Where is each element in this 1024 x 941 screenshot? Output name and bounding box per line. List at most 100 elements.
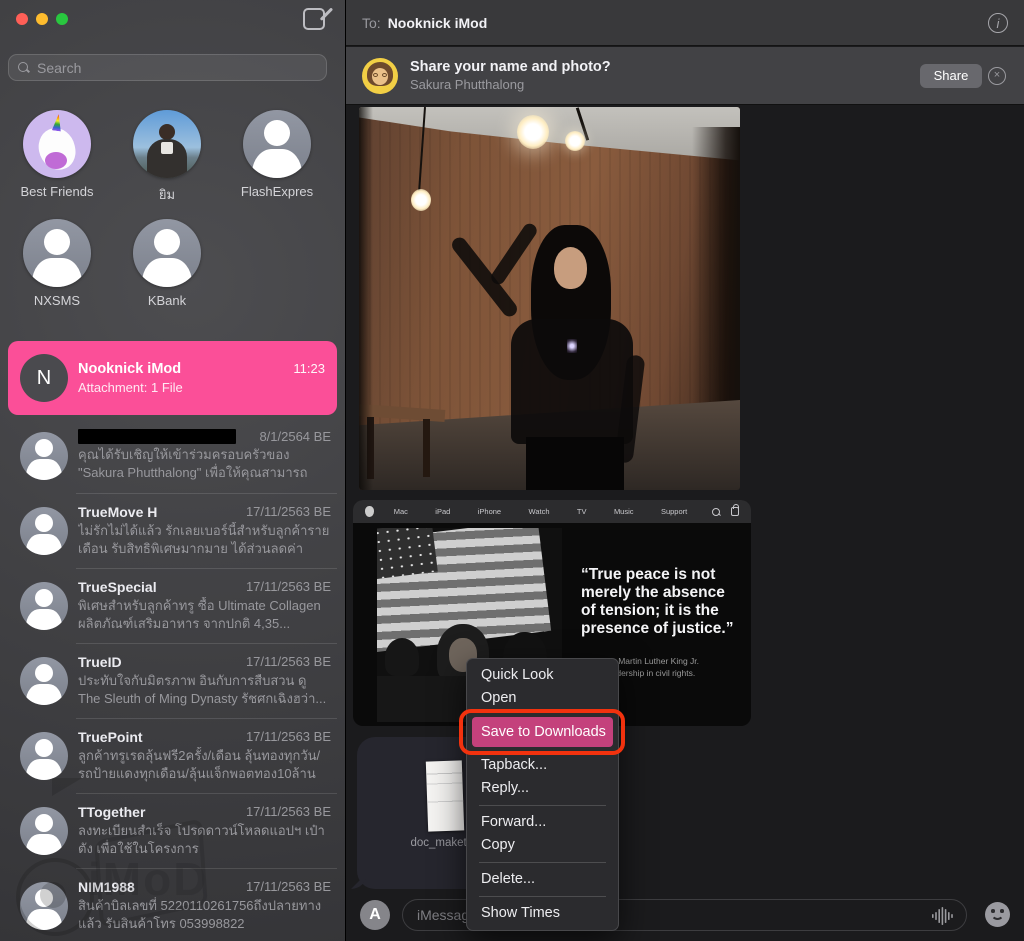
context-menu: Quick LookOpen Save to Downloads Tapback..… (466, 658, 619, 931)
pinned-contact-label: KBank (148, 293, 186, 308)
conversation-row[interactable]: TruePoint 17/11/2563 BE ลูกค้าทรูเรดลุ้น… (8, 718, 337, 793)
pinned-contact-label: NXSMS (34, 293, 80, 308)
apple-nav-item: iPhone (478, 507, 501, 516)
pinned-contact[interactable]: NXSMS (2, 219, 112, 308)
pencil-icon (319, 7, 332, 20)
search-placeholder: Search (37, 60, 81, 76)
photo-woman-skirt (526, 437, 624, 490)
info-icon[interactable]: i (988, 13, 1008, 33)
avatar (20, 732, 68, 780)
context-menu-item[interactable]: Show Times (467, 902, 618, 925)
window-controls (16, 13, 68, 25)
photo-woman-face (554, 247, 587, 289)
context-menu-item[interactable]: Reply... (467, 777, 618, 800)
recipient-name: Nooknick iMod (388, 15, 488, 31)
banner-subtitle: Sakura Phutthalong (410, 77, 908, 92)
memoji-avatar (362, 58, 398, 94)
context-menu-item[interactable]: Open (467, 687, 618, 710)
context-menu-item[interactable]: Tapback... (467, 754, 618, 777)
share-name-banner: Share your name and photo? Sakura Phutth… (346, 47, 1024, 105)
conversation-date: 17/11/2563 BE (246, 804, 331, 819)
close-window-button[interactable] (16, 13, 28, 25)
conversation-name: TrueMove H (78, 504, 157, 520)
avatar (20, 807, 68, 855)
conversation-row[interactable]: TrueMove H 17/11/2563 BE ไม่รักไม่ได้แล้… (8, 493, 337, 568)
search-icon (18, 62, 30, 74)
apple-site-navbar: Mac iPad iPhone Watch TV Music Support (353, 500, 751, 523)
context-menu-item[interactable]: Delete... (467, 868, 618, 891)
share-button[interactable]: Share (920, 64, 982, 88)
pinned-contacts: Best Friends ยิม FlashExpres NXSMS KBank (2, 110, 343, 322)
conversation-date: 17/11/2563 BE (246, 879, 331, 894)
mlk-attribution: Dr. Martin Luther King Jr. leadership in… (605, 655, 745, 679)
close-banner-icon[interactable]: × (988, 67, 1006, 85)
pinned-contact[interactable]: Best Friends (2, 110, 112, 205)
conversation-name: TruePoint (78, 729, 143, 745)
photo-necklace (567, 339, 577, 353)
pinned-contact[interactable]: FlashExpres (222, 110, 332, 205)
photo-attachment[interactable] (359, 107, 740, 490)
avatar (133, 219, 201, 287)
conversation-time: 11:23 (293, 361, 325, 376)
photo-lightbulb (411, 189, 431, 211)
search-input[interactable]: Search (8, 54, 327, 81)
photo-woman-torso (511, 319, 633, 444)
apple-nav-item: iPad (435, 507, 450, 516)
conversation-name: NIM1988 (78, 879, 135, 895)
conversation-preview: สินค้าบิลเลขที่ 5220110261756ถึงปลายทาง … (78, 897, 331, 933)
zoom-window-button[interactable] (56, 13, 68, 25)
avatar (243, 110, 311, 178)
app-store-icon[interactable]: A (360, 900, 390, 930)
conversation-row[interactable]: TTogether 17/11/2563 BE ลงทะเบียนสำเร็จ … (8, 793, 337, 868)
audio-waveform-icon[interactable] (932, 907, 954, 928)
apple-nav-item: Music (614, 507, 634, 516)
conversation-row[interactable]: NIM1988 17/11/2563 BE สินค้าบิลเลขที่ 52… (8, 868, 337, 941)
apple-nav-item: TV (577, 507, 587, 516)
conversation-preview: พิเศษสำหรับลูกค้าทรู ซื้อ Ultimate Colla… (78, 597, 331, 633)
pinned-contact[interactable]: ยิม (112, 110, 222, 205)
emoji-picker-icon[interactable] (985, 902, 1010, 927)
context-menu-item[interactable]: Copy (467, 834, 618, 857)
sidebar: Search Best Friends ยิม FlashExpres NXSM… (0, 0, 345, 941)
menu-separator (479, 805, 606, 806)
avatar (23, 219, 91, 287)
pinned-contact-label: ยิม (159, 184, 175, 205)
conversation-pane: To: Nooknick iMod i Share your name and … (345, 0, 1024, 941)
avatar (23, 110, 91, 178)
banner-title: Share your name and photo? (410, 59, 908, 75)
conversation-date: 17/11/2563 BE (246, 579, 331, 594)
pinned-contact[interactable]: KBank (112, 219, 222, 308)
conversation-row[interactable]: TrueID 17/11/2563 BE ประทับใจกับมิตรภาพ … (8, 643, 337, 718)
conversation-name: Nooknick iMod (78, 361, 181, 377)
conversation-date: 17/11/2563 BE (246, 729, 331, 744)
conversation-date: 17/11/2563 BE (246, 504, 331, 519)
minimize-window-button[interactable] (36, 13, 48, 25)
context-menu-item[interactable]: Forward... (467, 811, 618, 834)
conversation-preview: Attachment: 1 File (78, 380, 325, 395)
pinned-contact-label: Best Friends (21, 184, 94, 199)
apple-nav-item: Mac (394, 507, 408, 516)
conversation-row[interactable]: TrueSpecial 17/11/2563 BE พิเศษสำหรับลูก… (8, 568, 337, 643)
photo-lightbulb (517, 115, 549, 149)
conversation-preview: ลูกค้าทรูเรดลุ้นฟรี2ครั้ง/เดือน ลุ้นทองท… (78, 747, 331, 783)
avatar (20, 507, 68, 555)
conversation-preview: ประทับใจกับมิตรภาพ อินกับการสืบสวน ดู Th… (78, 672, 331, 708)
avatar (20, 882, 68, 930)
apple-nav-item: Watch (529, 507, 550, 516)
context-menu-item[interactable]: Quick Look (467, 664, 618, 687)
context-menu-item[interactable]: Save to Downloads (472, 717, 613, 747)
redacted-name-bar (78, 429, 236, 444)
avatar (20, 657, 68, 705)
apple-nav-item: Support (661, 507, 687, 516)
conversation-name: TTogether (78, 804, 145, 820)
conversation-selected[interactable]: N Nooknick iMod 11:23 Attachment: 1 File (8, 341, 337, 415)
avatar: N (20, 354, 68, 402)
conversation-row[interactable]: 8/1/2564 BE คุณได้รับเชิญให้เข้าร่วมครอบ… (8, 418, 337, 493)
messages-window: Search Best Friends ยิม FlashExpres NXSM… (0, 0, 1024, 941)
conversation-header: To: Nooknick iMod i (346, 0, 1024, 46)
conversation-list: 8/1/2564 BE คุณได้รับเชิญให้เข้าร่วมครอบ… (8, 418, 337, 941)
avatar (133, 110, 201, 178)
menu-separator (479, 862, 606, 863)
conversation-preview: ลงทะเบียนสำเร็จ โปรดดาวน์โหลดแอปฯ เป๋าตั… (78, 822, 331, 858)
compose-button[interactable] (303, 8, 325, 30)
